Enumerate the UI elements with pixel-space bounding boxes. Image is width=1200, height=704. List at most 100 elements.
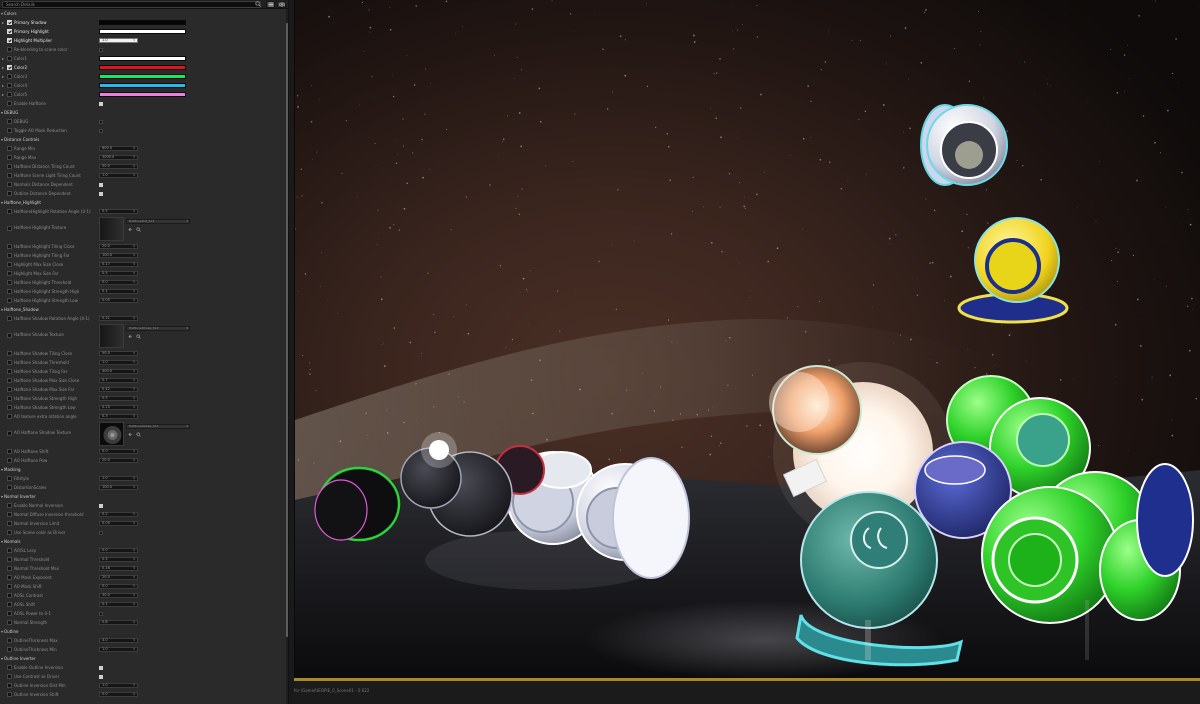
override-checkbox[interactable]: [7, 602, 12, 607]
spin-arrow-icon[interactable]: ⇅: [133, 388, 136, 391]
spin-arrow-icon[interactable]: ⇅: [133, 406, 136, 409]
color-swatch[interactable]: [99, 29, 186, 34]
spin-arrow-icon[interactable]: ⇅: [133, 415, 136, 418]
spin-arrow-icon[interactable]: ⇅: [133, 459, 136, 462]
override-checkbox[interactable]: [7, 674, 12, 679]
override-checkbox[interactable]: [7, 173, 12, 178]
override-checkbox[interactable]: [7, 164, 12, 169]
spin-arrow-icon[interactable]: ⇅: [133, 352, 136, 355]
spin-arrow-icon[interactable]: ⇅: [133, 174, 136, 177]
override-checkbox[interactable]: [7, 253, 12, 258]
category-header[interactable]: ▾Masking: [0, 465, 286, 474]
category-header[interactable]: ▾Distance Controls: [0, 135, 286, 144]
override-checkbox[interactable]: [7, 146, 12, 151]
numeric-input[interactable]: 1.0 ⇅: [99, 476, 138, 481]
numeric-input[interactable]: 30.0 ⇅: [99, 593, 138, 598]
spin-arrow-icon[interactable]: ⇅: [133, 621, 136, 624]
spin-arrow-icon[interactable]: ⇅: [133, 379, 136, 382]
override-checkbox[interactable]: [7, 333, 12, 338]
color-swatch[interactable]: [99, 65, 186, 70]
override-checkbox[interactable]: [7, 593, 12, 598]
browse-search-icon[interactable]: [136, 432, 141, 437]
numeric-input[interactable]: 4.0 ⇅: [99, 638, 138, 643]
texture-thumbnail[interactable]: [99, 422, 124, 446]
spin-arrow-icon[interactable]: ⇅: [133, 299, 136, 302]
expand-arrow-icon[interactable]: ▸: [2, 63, 4, 72]
override-checkbox[interactable]: [7, 298, 12, 303]
bool-checkbox[interactable]: [99, 666, 103, 670]
arrow-left-icon[interactable]: [128, 227, 133, 232]
numeric-input[interactable]: 0.0 ⇅: [99, 692, 138, 697]
color-swatch[interactable]: [99, 83, 186, 88]
numeric-input[interactable]: 0.5 ⇅: [99, 557, 138, 562]
spin-arrow-icon[interactable]: ⇅: [133, 549, 136, 552]
override-checkbox[interactable]: [7, 665, 12, 670]
bool-checkbox[interactable]: [99, 531, 103, 535]
spin-arrow-icon[interactable]: ⇅: [133, 290, 136, 293]
override-checkbox[interactable]: [7, 351, 12, 356]
numeric-input[interactable]: 20.0 ⇅: [99, 244, 138, 249]
numeric-input[interactable]: 0.42 ⇅: [99, 387, 138, 392]
asset-picker-dropdown[interactable]: HalftoneStroke_512 ▾: [126, 424, 190, 429]
override-checkbox[interactable]: [7, 530, 12, 535]
override-checkbox[interactable]: [7, 280, 12, 285]
numeric-input[interactable]: 100.0 ⇅: [99, 485, 138, 490]
override-checkbox[interactable]: [7, 512, 12, 517]
search-icon[interactable]: [255, 1, 261, 7]
category-header[interactable]: ▾DEBUG: [0, 108, 286, 117]
numeric-input[interactable]: 1.0 ⇅: [99, 38, 138, 43]
level-viewport[interactable]: [294, 0, 1200, 678]
spin-arrow-icon[interactable]: ⇅: [133, 165, 136, 168]
override-checkbox[interactable]: [7, 119, 12, 124]
spin-arrow-icon[interactable]: ⇅: [133, 147, 136, 150]
bool-checkbox[interactable]: [99, 183, 103, 187]
override-checkbox[interactable]: [7, 378, 12, 383]
override-checkbox[interactable]: [7, 521, 12, 526]
numeric-input[interactable]: 0.3 ⇅: [99, 396, 138, 401]
numeric-input[interactable]: 50.0 ⇅: [99, 164, 138, 169]
texture-thumbnail[interactable]: [99, 217, 124, 241]
category-header[interactable]: ▾Halftone_Highlight: [0, 198, 286, 207]
numeric-input[interactable]: 20.0 ⇅: [99, 458, 138, 463]
spin-arrow-icon[interactable]: ⇅: [133, 513, 136, 516]
override-checkbox[interactable]: [7, 575, 12, 580]
bool-checkbox[interactable]: [99, 612, 103, 616]
override-checkbox[interactable]: [7, 405, 12, 410]
texture-thumbnail[interactable]: [99, 324, 124, 348]
numeric-input[interactable]: 0.2 ⇅: [99, 512, 138, 517]
spin-arrow-icon[interactable]: ⇅: [133, 693, 136, 696]
override-checkbox[interactable]: [7, 449, 12, 454]
eye-visibility-button[interactable]: [277, 1, 286, 8]
chevron-down-icon[interactable]: ▾: [1, 539, 3, 544]
asset-picker-dropdown[interactable]: HalftoneDot_512 ▾: [126, 219, 190, 224]
spin-arrow-icon[interactable]: ⇅: [133, 558, 136, 561]
expand-arrow-icon[interactable]: ▸: [2, 81, 4, 90]
spin-arrow-icon[interactable]: ⇅: [133, 585, 136, 588]
category-header[interactable]: ▾Normals: [0, 537, 286, 546]
numeric-input[interactable]: 0.0 ⇅: [99, 548, 138, 553]
numeric-input[interactable]: 100.0 ⇅: [99, 253, 138, 258]
override-checkbox[interactable]: [7, 503, 12, 508]
numeric-input[interactable]: 0.0 ⇅: [99, 280, 138, 285]
spin-arrow-icon[interactable]: ⇅: [133, 210, 136, 213]
spin-arrow-icon[interactable]: ⇅: [133, 317, 136, 320]
spin-arrow-icon[interactable]: ⇅: [133, 567, 136, 570]
numeric-input[interactable]: 0.25 ⇅: [99, 405, 138, 410]
spin-arrow-icon[interactable]: ⇅: [133, 245, 136, 248]
override-checkbox[interactable]: [7, 83, 12, 88]
color-swatch[interactable]: [99, 56, 186, 61]
override-checkbox[interactable]: [7, 485, 12, 490]
chevron-down-icon[interactable]: ▾: [1, 629, 3, 634]
browse-search-icon[interactable]: [136, 227, 141, 232]
chevron-down-icon[interactable]: ▾: [1, 11, 3, 16]
numeric-input[interactable]: 0.5 ⇅: [99, 209, 138, 214]
numeric-input[interactable]: 0.05 ⇅: [99, 521, 138, 526]
override-checkbox[interactable]: [7, 65, 12, 70]
chevron-down-icon[interactable]: ▾: [1, 307, 3, 312]
category-header[interactable]: ▾Colors: [0, 9, 286, 18]
spin-arrow-icon[interactable]: ⇅: [133, 648, 136, 651]
override-checkbox[interactable]: [7, 209, 12, 214]
category-header[interactable]: ▾Halftone_Shadow: [0, 305, 286, 314]
numeric-input[interactable]: 0.1 ⇅: [99, 289, 138, 294]
override-checkbox[interactable]: [7, 458, 12, 463]
